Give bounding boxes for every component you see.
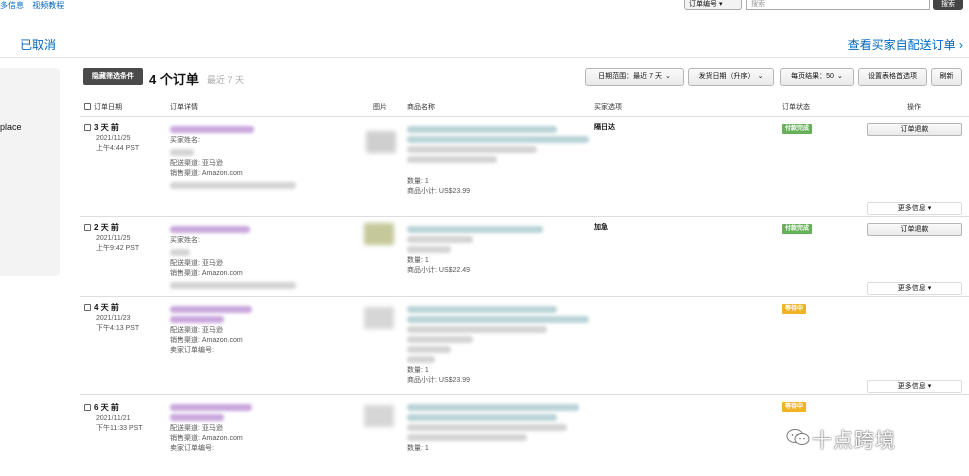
date-range-dropdown[interactable]: 日期范围：最近 7 天 ⌄ [585,68,684,86]
table-row: 2 天 前 2021/11/25 上午9:42 PST 买家姓名: 配送渠道: … [80,217,969,297]
product-title-link[interactable] [407,306,557,313]
search-button[interactable]: 搜索 [933,0,963,10]
order-date-cell: 2 天 前 2021/11/25 上午9:42 PST [84,223,139,254]
table-row: 3 天 前 2021/11/25 上午4:44 PST 买家姓名: 配送渠道: … [80,117,969,217]
table-row: 4 天 前 2021/11/23 下午4:13 PST 配送渠道: 亚马逊 销售… [80,297,969,395]
order-id-link[interactable] [170,126,254,133]
more-info-button[interactable]: 更多信息 ▾ [867,380,962,393]
per-page-dropdown[interactable]: 每页结果：50 ⌄ [780,68,854,86]
status-badge: 等待中 [782,304,807,314]
sidebar-label: place [0,122,22,132]
order-date-cell: 3 天 前 2021/11/25 上午4:44 PST [84,123,139,154]
order-range: 最近 7 天 [207,75,245,85]
chevron-down-icon: ⌄ [757,73,764,80]
search-input[interactable]: 搜索 [746,0,930,10]
product-title-link[interactable] [407,404,579,411]
product-image[interactable] [364,307,394,329]
order-details-cell: 配送渠道: 亚马逊 销售渠道: Amazon.com 卖家订单编号: [170,303,300,356]
header-action: 操作 [907,104,921,111]
order-details-cell: 配送渠道: 亚马逊 销售渠道: Amazon.com 卖家订单编号: [170,401,300,454]
order-id-link[interactable] [170,306,252,313]
row-checkbox[interactable] [84,304,91,311]
order-id-link[interactable] [170,226,250,233]
status-badge: 等待中 [782,402,807,412]
header-buyer-options: 买家选项 [594,104,622,111]
buyer-option: 隔日达 [594,124,615,131]
product-image[interactable] [364,223,394,245]
buyer-option: 加急 [594,224,608,231]
header-product-name: 商品名称 [407,104,435,111]
more-info-link[interactable]: 多信息 [0,1,24,10]
header-order-status: 订单状态 [782,104,810,111]
search-type-select[interactable]: 订单编号 ▾ [684,0,742,10]
top-links: 多信息 视频教程 [0,0,70,11]
watermark: 十点跨境 [812,430,896,452]
order-id-link[interactable] [170,404,252,411]
product-image[interactable] [364,405,394,427]
order-tabs: 已取消 查看买家自配送订单 › [0,30,969,58]
header-order-details: 订单详情 [170,104,198,111]
product-title-link[interactable] [407,126,557,133]
order-details-cell: 买家姓名: 配送渠道: 亚马逊 销售渠道: Amazon.com [170,123,300,192]
product-name-cell: 数量: 1 [407,401,597,454]
chevron-down-icon: ⌄ [836,73,843,80]
table-header: 订单日期 订单详情 图片 商品名称 买家选项 订单状态 操作 [80,96,969,117]
table-settings-button[interactable]: 设置表格首选项 [858,68,927,86]
tab-cancelled[interactable]: 已取消 [20,36,56,53]
row-checkbox[interactable] [84,404,91,411]
sort-dropdown[interactable]: 发货日期（升序） ⌄ [688,68,774,86]
more-info-button[interactable]: 更多信息 ▾ [867,282,962,295]
refund-button[interactable]: 订单退款 [867,223,962,236]
product-name-cell: 数量: 1 商品小计: US$23.99 [407,303,597,386]
hide-filters-button[interactable]: 隐藏筛选条件 [83,68,143,85]
view-mfn-orders-link[interactable]: 查看买家自配送订单 › [848,36,963,53]
row-checkbox[interactable] [84,224,91,231]
refresh-button[interactable]: 刷新 [931,68,962,86]
select-all-checkbox[interactable] [84,103,91,110]
product-title-link[interactable] [407,226,543,233]
product-name-cell: 数量: 1 商品小计: US$23.99 [407,123,597,197]
filter-sidebar [0,68,60,276]
status-badge: 付款完成 [782,224,813,234]
product-image[interactable] [366,131,396,153]
video-tutorial-link[interactable]: 视频教程 [32,1,64,10]
header-image: 图片 [373,104,387,111]
row-checkbox[interactable] [84,124,91,131]
order-date-cell: 4 天 前 2021/11/23 下午4:13 PST [84,303,139,334]
product-name-cell: 数量: 1 商品小计: US$22.49 [407,223,597,276]
more-info-button[interactable]: 更多信息 ▾ [867,202,962,215]
wechat-icon [786,429,810,445]
order-date-cell: 6 天 前 2021/11/21 下午11:33 PST [84,403,143,434]
order-details-cell: 买家姓名: 配送渠道: 亚马逊 销售渠道: Amazon.com [170,223,300,292]
chevron-down-icon: ⌄ [664,73,671,80]
top-bar: 多信息 视频教程 订单编号 ▾ 搜索 搜索 [0,0,969,12]
header-order-date: 订单日期 [84,102,122,112]
refund-button[interactable]: 订单退款 [867,123,962,136]
status-badge: 付款完成 [782,124,813,134]
order-count: 4 个订单 [149,72,199,87]
